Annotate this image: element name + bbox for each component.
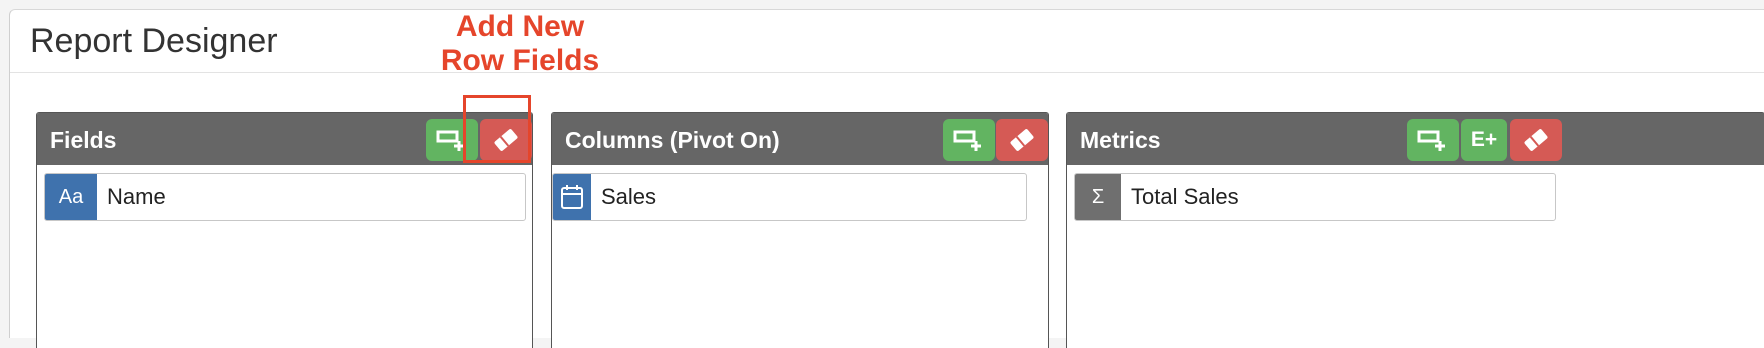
eraser-icon bbox=[1524, 129, 1548, 151]
metrics-panel: Metrics E+ Σ Total Sales bbox=[1066, 112, 1764, 348]
annotation-callout: Add New Row Fields bbox=[400, 10, 640, 78]
add-metric-button[interactable] bbox=[1407, 119, 1459, 161]
title-divider bbox=[10, 72, 1764, 73]
calendar-icon bbox=[553, 174, 591, 220]
clear-metrics-button[interactable] bbox=[1510, 119, 1562, 161]
clear-columns-button[interactable] bbox=[996, 119, 1048, 161]
report-designer-window: Report Designer Fields Aa Name Columns (… bbox=[9, 9, 1764, 348]
add-expression-button[interactable]: E+ bbox=[1461, 119, 1507, 161]
sigma-icon: Σ bbox=[1075, 174, 1121, 220]
fields-panel-title: Fields bbox=[50, 127, 117, 153]
add-expression-label: E+ bbox=[1470, 128, 1498, 151]
metric-item-label: Total Sales bbox=[1131, 184, 1239, 209]
add-column-button[interactable] bbox=[943, 119, 995, 161]
fields-panel-header: Fields bbox=[37, 113, 532, 165]
text-type-icon: Aa bbox=[45, 174, 97, 220]
column-item-sales[interactable]: Sales bbox=[552, 173, 1027, 221]
metric-item-total-sales[interactable]: Σ Total Sales bbox=[1074, 173, 1556, 221]
add-column-icon bbox=[953, 130, 981, 151]
annotation-highlight-box bbox=[463, 95, 531, 163]
window-title: Report Designer bbox=[30, 22, 278, 60]
annotation-line-1: Add New bbox=[455, 10, 585, 43]
metrics-panel-title: Metrics bbox=[1080, 127, 1161, 153]
fields-panel: Fields Aa Name bbox=[36, 112, 533, 348]
columns-panel-title: Columns (Pivot On) bbox=[565, 127, 780, 153]
column-item-label: Sales bbox=[601, 184, 657, 209]
metrics-panel-header: Metrics E+ bbox=[1067, 113, 1764, 165]
field-item-name[interactable]: Aa Name bbox=[44, 173, 526, 221]
eraser-icon bbox=[1010, 129, 1034, 151]
annotation-line-2: Row Fields bbox=[440, 44, 600, 77]
columns-panel: Columns (Pivot On) Sales bbox=[551, 112, 1049, 348]
field-item-label: Name bbox=[107, 184, 166, 209]
columns-panel-header: Columns (Pivot On) bbox=[552, 113, 1048, 165]
add-metric-icon bbox=[1417, 130, 1445, 151]
